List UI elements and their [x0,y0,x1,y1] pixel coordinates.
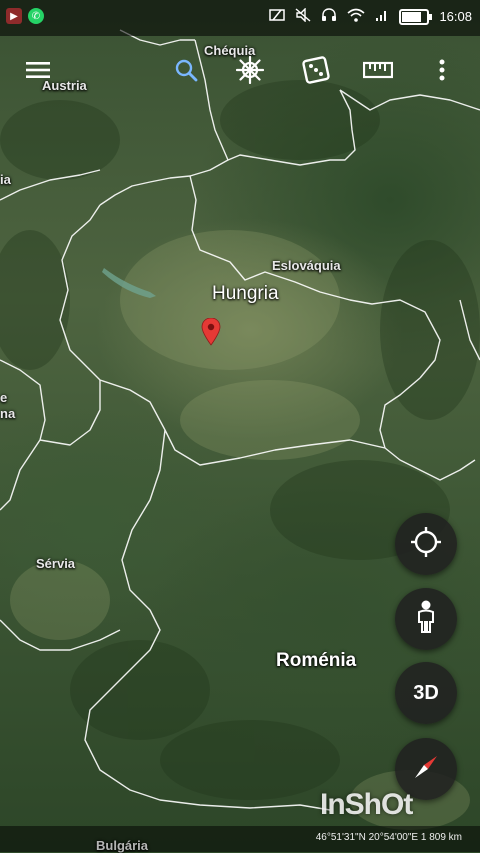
battery-icon [399,8,433,25]
label-bulgaria: Bulgária [96,838,149,853]
map-pin-icon[interactable] [201,318,221,346]
dice-icon[interactable] [298,52,334,88]
my-location-button[interactable] [395,513,457,575]
status-bar: ▶ ✆ 16:08 [0,0,480,36]
status-time: 16:08 [439,9,472,24]
top-toolbar [0,52,480,88]
whatsapp-icon: ✆ [28,8,44,24]
more-vert-icon[interactable] [424,52,460,88]
label-left-edge-2: e na [0,390,16,421]
label-left-edge-1: ia [0,172,11,187]
screen-cast-icon [269,8,286,25]
label-romenia: Roménia [276,650,357,671]
headset-icon [321,8,337,25]
border-left-2 [0,359,46,511]
menu-icon[interactable] [20,52,56,88]
search-icon[interactable] [168,52,204,88]
signal-icon [375,8,389,25]
satellite-map[interactable]: Chéquia Austria ia Eslováquia Hungria e … [0,0,480,852]
my-location-icon [410,526,442,563]
label-servia: Sérvia [36,556,76,571]
video-app-icon: ▶ [6,8,22,24]
3d-toggle-button[interactable]: 3D [395,662,457,724]
compass-icon [411,752,441,787]
border-left-3 [39,380,101,446]
bottom-attribution-bar: 46°51'31"N 20°54'00"E 1 809 km [0,826,480,852]
pegman-icon [415,600,437,639]
wifi-icon [347,8,365,25]
ruler-icon[interactable] [360,52,396,88]
ships-wheel-icon[interactable] [232,52,268,88]
label-eslovaquia: Eslováquia [272,258,341,273]
label-hungria: Hungria [212,283,279,304]
coordinates-readout: 46°51'31"N 20°54'00"E 1 809 km [315,832,462,843]
inshot-watermark: InShOt [320,788,413,821]
map-overlay [0,29,480,830]
mute-icon [295,7,311,25]
street-view-button[interactable] [395,588,457,650]
